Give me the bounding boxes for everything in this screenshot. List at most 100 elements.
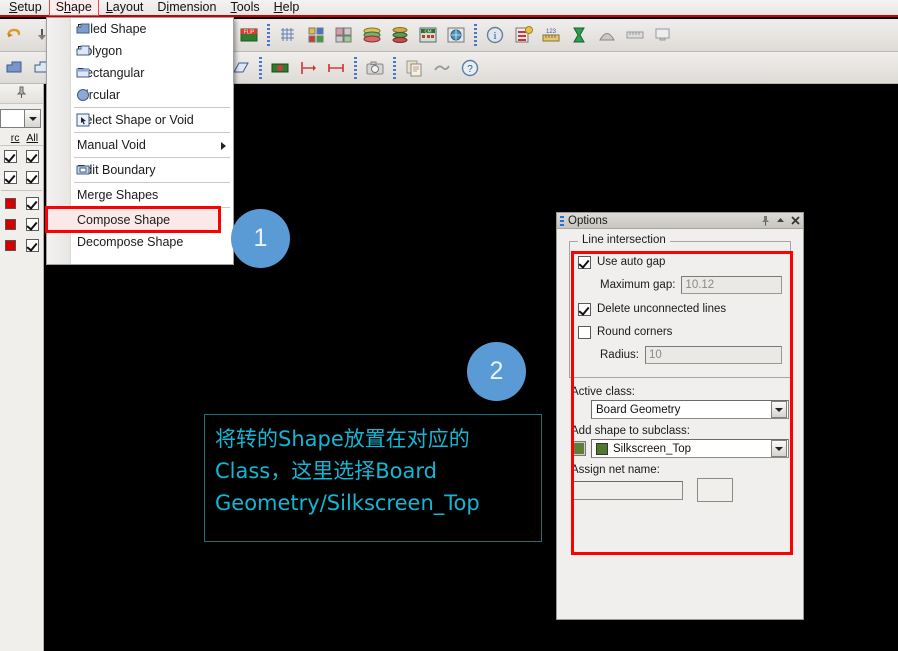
add-shape-subclass-combo[interactable]: Silkscreen_Top (591, 439, 789, 458)
row-checkbox-left[interactable] (4, 171, 18, 184)
delete-unconnected-lines-row[interactable]: Delete unconnected lines (578, 299, 782, 319)
menu-item-setup[interactable]: SSetupetup (2, 0, 49, 16)
snapshot-button[interactable] (362, 55, 388, 81)
polygon-icon (75, 43, 91, 59)
undo-button[interactable] (1, 22, 27, 48)
row-swatch-cell (0, 198, 22, 209)
menu-item-help[interactable]: Help (267, 0, 307, 16)
pin-icon[interactable] (16, 86, 27, 102)
assign-net-name-block: Assign net name: (571, 464, 789, 502)
globe-icon (446, 25, 466, 45)
ruler-button[interactable] (622, 22, 648, 48)
visibility-row[interactable] (0, 193, 43, 214)
menu-item-tools[interactable]: Tools (223, 0, 266, 16)
menu-item-filled-shape[interactable]: Filled Shape (71, 18, 233, 40)
chevron-down-icon[interactable] (771, 401, 787, 418)
measure-button[interactable]: 123 (538, 22, 564, 48)
net-button[interactable] (267, 55, 293, 81)
row-checkbox-left[interactable] (4, 150, 18, 163)
plane-tool-icon (231, 58, 251, 78)
menu-item-dimension[interactable]: Dimension (150, 0, 223, 16)
row-checkbox-all[interactable] (25, 239, 39, 252)
svg-text:?: ? (467, 64, 473, 75)
stackup-button[interactable] (359, 22, 385, 48)
visibility-row[interactable] (0, 167, 43, 188)
color-swatch[interactable] (5, 219, 17, 230)
class-combo-value[interactable] (0, 109, 24, 128)
menu-item-decompose-shape[interactable]: Decompose Shape (71, 231, 233, 253)
round-corners-checkbox[interactable] (578, 325, 591, 339)
use-auto-gap-row[interactable]: Use auto gap (578, 252, 782, 272)
assign-net-name-button[interactable] (697, 478, 733, 502)
panel-pin-row[interactable] (0, 84, 43, 104)
color-swatch[interactable] (5, 198, 17, 209)
help-button[interactable]: ? (457, 55, 483, 81)
grid-toggle-button[interactable] (275, 22, 301, 48)
menu-separator (74, 207, 230, 208)
subclass-color-swatch[interactable] (571, 441, 586, 456)
undo-icon (4, 25, 24, 45)
row-checkbox-all[interactable] (25, 218, 39, 231)
svg-text:i: i (493, 30, 496, 42)
cm-button[interactable]: CM (415, 22, 441, 48)
timing-button[interactable] (566, 22, 592, 48)
report-button[interactable] (510, 22, 536, 48)
annotation-note-line-3: Geometry/Silkscreen_Top (215, 491, 480, 515)
annotation-note-box: 将转的Shape放置在对应的 Class，这里选择Board Geometry/… (204, 414, 542, 542)
active-class-combo[interactable]: Board Geometry (591, 400, 789, 419)
menu-item-polygon[interactable]: Polygon (71, 40, 233, 62)
net-icon (270, 58, 290, 78)
visibility-row[interactable] (0, 146, 43, 167)
maximum-gap-row: Maximum gap: 10.12 (578, 275, 782, 295)
annotation-marker-2: 2 (467, 342, 526, 401)
row-check-cell (22, 197, 44, 210)
visibility-row[interactable] (0, 235, 43, 256)
display-button[interactable] (650, 22, 676, 48)
row-checkbox-all[interactable] (25, 171, 39, 184)
chevron-down-icon[interactable] (24, 109, 41, 128)
menu-item-layout[interactable]: Layout (99, 0, 151, 16)
menu-item-rectangular[interactable]: Rectangular (71, 62, 233, 84)
flip-design-button[interactable]: FLIP (236, 22, 262, 48)
info-button[interactable]: i (482, 22, 508, 48)
pin-icon[interactable] (758, 214, 773, 228)
paste-button[interactable] (429, 55, 455, 81)
menu-item-manual-void[interactable]: Manual Void (71, 134, 233, 156)
filled-shape-tool-button[interactable] (1, 55, 27, 81)
chevron-down-icon[interactable] (771, 440, 787, 457)
delete-unconnected-lines-checkbox[interactable] (578, 302, 591, 316)
color-view-button[interactable] (303, 22, 329, 48)
globe-button[interactable] (443, 22, 469, 48)
radius-input[interactable]: 10 (645, 346, 782, 364)
row-swatch-cell (0, 240, 22, 251)
toolbar-separator (391, 56, 398, 79)
round-corners-row[interactable]: Round corners (578, 322, 782, 342)
menu-item-compose-shape[interactable]: Compose Shape (45, 206, 233, 233)
dimension-button[interactable] (295, 55, 321, 81)
class-combo[interactable] (0, 109, 41, 128)
collapse-icon[interactable] (773, 214, 788, 228)
use-auto-gap-checkbox[interactable] (578, 255, 591, 269)
menu-item-shape[interactable]: Shape (48, 0, 99, 16)
shape-tool-button[interactable] (594, 22, 620, 48)
drag-grip-icon[interactable] (560, 215, 564, 226)
active-class-block: Active class: Board Geometry (571, 386, 789, 419)
drc-button[interactable] (387, 22, 413, 48)
menu-item-merge-shapes[interactable]: Merge Shapes (71, 184, 233, 206)
assign-net-name-input[interactable] (571, 480, 683, 500)
menu-item-circular[interactable]: Circular (71, 84, 233, 106)
visibility-row[interactable] (0, 214, 43, 235)
menu-item-label: Merge Shapes (77, 188, 159, 202)
measure2-button[interactable] (323, 55, 349, 81)
maximum-gap-input[interactable]: 10.12 (681, 276, 782, 294)
copy-button[interactable] (401, 55, 427, 81)
row-checkbox-all[interactable] (25, 150, 39, 163)
menu-item-edit-boundary[interactable]: Edit Boundary (71, 159, 233, 181)
subclass-button[interactable] (331, 22, 357, 48)
color-swatch[interactable] (5, 240, 17, 251)
menu-item-select-shape-or-void[interactable]: Select Shape or Void (71, 109, 233, 131)
close-icon[interactable] (788, 214, 803, 228)
row-checkbox-all[interactable] (25, 197, 39, 210)
options-panel-titlebar[interactable]: Options (557, 213, 803, 229)
options-panel: Options Line intersection Use auto gap M… (556, 212, 804, 620)
